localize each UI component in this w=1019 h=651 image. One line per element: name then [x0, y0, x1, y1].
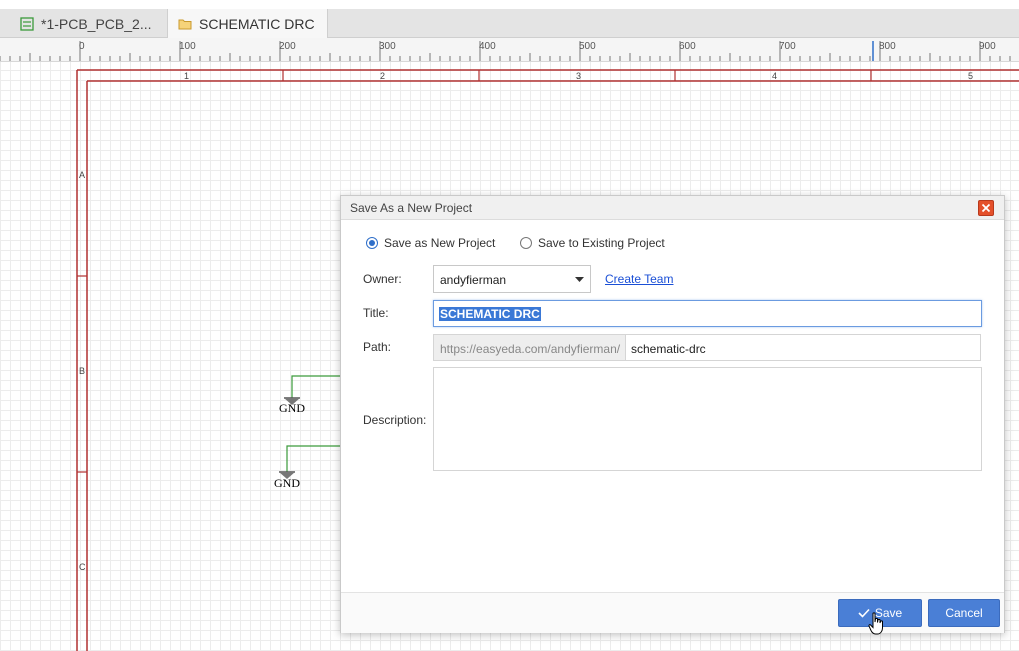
- cancel-button-label: Cancel: [945, 606, 983, 620]
- ruler-label: 400: [479, 41, 496, 52]
- create-team-link[interactable]: Create Team: [605, 272, 673, 286]
- path-prefix: https://easyeda.com/andyfierman/: [433, 334, 625, 361]
- ruler-label: 900: [979, 41, 996, 52]
- frame-row-label: A: [79, 170, 86, 180]
- save-as-new-project-dialog: Save As a New Project Save as New Projec…: [340, 195, 1005, 633]
- ruler-ticks: [0, 41, 1011, 61]
- tab-bar: *1-PCB_PCB_2... SCHEMATIC DRC: [0, 9, 1019, 38]
- owner-select[interactable]: andyfierman: [433, 265, 591, 293]
- ruler-label: 800: [879, 41, 896, 52]
- tab-schematic-drc[interactable]: SCHEMATIC DRC: [168, 9, 328, 38]
- frame-column-label: 4: [772, 71, 778, 81]
- close-button[interactable]: [978, 200, 994, 216]
- top-strip: [0, 0, 1019, 9]
- path-input-value: schematic-drc: [631, 342, 706, 356]
- frame-column-label: 5: [968, 71, 974, 81]
- dialog-title: Save As a New Project: [350, 201, 473, 215]
- wire: [286, 445, 340, 472]
- folder-icon: [178, 17, 192, 31]
- path-input[interactable]: schematic-drc: [625, 334, 981, 361]
- tab-pcb[interactable]: *1-PCB_PCB_2...: [0, 9, 168, 38]
- wire: [291, 375, 340, 398]
- tab-schematic-drc-label: SCHEMATIC DRC: [199, 15, 315, 32]
- ruler-label: 200: [279, 41, 296, 52]
- cancel-button[interactable]: Cancel: [928, 599, 1000, 627]
- description-textarea[interactable]: [433, 367, 982, 471]
- path-label: Path:: [363, 340, 392, 354]
- frame-column-label: 3: [576, 71, 582, 81]
- ruler-label: 100: [179, 41, 196, 52]
- radio-selected-icon[interactable]: [366, 237, 378, 249]
- horizontal-ruler[interactable]: 0 100 200 300 400 500 600 700 800 900: [0, 38, 1019, 62]
- ruler-label: 600: [679, 41, 696, 52]
- radio-save-to-existing-project[interactable]: Save to Existing Project: [520, 236, 665, 250]
- frame-row-label: C: [79, 562, 86, 572]
- ruler-label: 500: [579, 41, 596, 52]
- description-label: Description:: [363, 413, 427, 427]
- frame-row-label: B: [79, 366, 86, 376]
- dialog-header[interactable]: Save As a New Project: [341, 196, 1004, 220]
- owner-value: andyfierman: [440, 273, 507, 287]
- radio-save-as-new-label: Save as New Project: [384, 236, 496, 250]
- radio-save-as-new-project[interactable]: Save as New Project: [366, 236, 495, 250]
- ruler-label: 300: [379, 41, 396, 52]
- title-input[interactable]: SCHEMATIC DRC: [433, 300, 982, 327]
- ruler-label: 700: [779, 41, 796, 52]
- dialog-footer: Save Cancel: [341, 592, 1004, 633]
- frame-column-label: 2: [380, 71, 386, 81]
- ruler-label: 0: [79, 41, 85, 52]
- frame-column-label: 1: [184, 71, 190, 81]
- tab-pcb-label: *1-PCB_PCB_2...: [41, 15, 152, 32]
- pcb-icon: [20, 16, 34, 31]
- hand-cursor-icon: [868, 612, 883, 635]
- radio-save-to-existing-label: Save to Existing Project: [538, 236, 665, 250]
- radio-unselected-icon[interactable]: [520, 237, 532, 249]
- chevron-down-icon: [575, 277, 584, 282]
- path-prefix-text: https://easyeda.com/andyfierman/: [440, 342, 621, 356]
- gnd-label: GND: [274, 476, 300, 490]
- title-input-value: SCHEMATIC DRC: [439, 307, 541, 321]
- owner-label: Owner:: [363, 272, 402, 286]
- title-label: Title:: [363, 306, 389, 320]
- gnd-label: GND: [279, 401, 305, 415]
- close-icon: [981, 203, 991, 213]
